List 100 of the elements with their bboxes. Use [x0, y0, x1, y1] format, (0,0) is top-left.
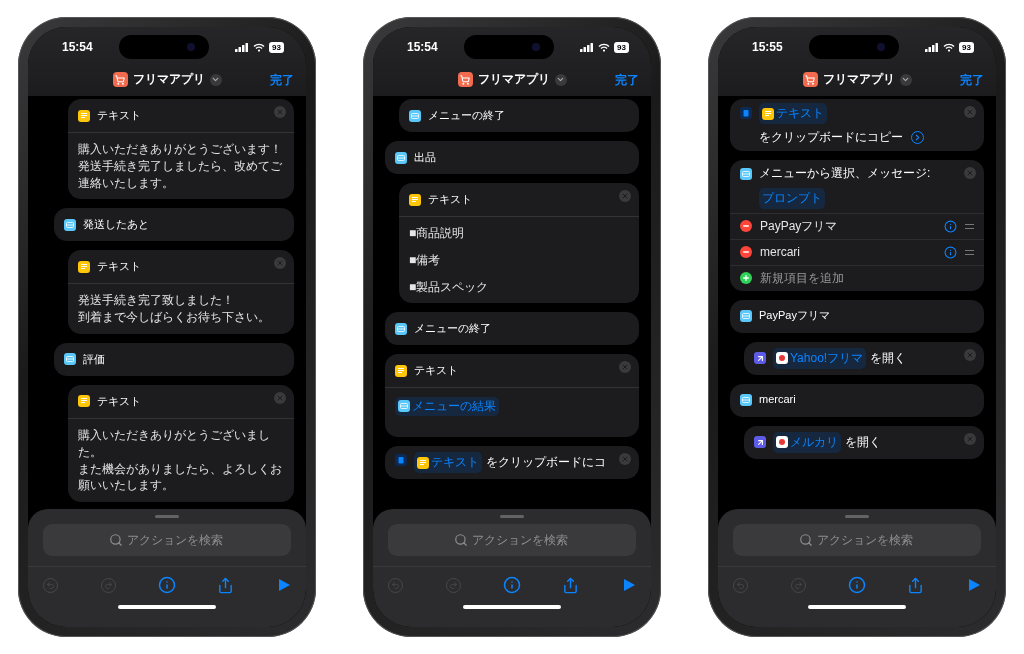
- variable-chip[interactable]: テキスト: [414, 452, 482, 474]
- menu-case-block[interactable]: 出品: [385, 141, 639, 174]
- app-icon: [776, 352, 788, 365]
- battery-level: 93: [959, 41, 974, 53]
- info-icon[interactable]: [944, 219, 957, 233]
- text-icon: [395, 364, 407, 377]
- text-icon: [78, 395, 90, 408]
- menu-case-block[interactable]: 発送したあと: [54, 208, 294, 242]
- block-label: メニューの終了: [428, 107, 506, 123]
- text-icon: [409, 193, 421, 206]
- title-menu-button[interactable]: [554, 73, 567, 86]
- text-line: 購入いただきありがとうございます！: [78, 141, 283, 158]
- title-menu-button[interactable]: [899, 73, 912, 86]
- add-option-button[interactable]: [740, 272, 752, 285]
- search-field[interactable]: アクションを検索: [388, 524, 636, 556]
- close-icon: [621, 363, 629, 372]
- block-label: PayPayフリマ: [759, 308, 831, 324]
- clipboard-action-card[interactable]: テキスト をクリップボードにコピー: [730, 99, 984, 152]
- plus-icon: [742, 274, 750, 283]
- info-button[interactable]: [157, 575, 177, 595]
- block-label: 評価: [83, 351, 106, 367]
- app-label: Yahoo!フリマ: [790, 349, 864, 367]
- status-time: 15:54: [62, 40, 93, 54]
- text-icon: [78, 260, 90, 273]
- text-action-card[interactable]: テキスト 購入いただきありがとうございました。 また機会がありましたら、よろしくお願いいたします。: [68, 385, 294, 503]
- remove-option-button[interactable]: [740, 220, 752, 233]
- wifi-icon: [943, 42, 956, 52]
- text-line: 発送手続き完了しましたら、改めてご連絡いたします。: [78, 157, 283, 192]
- chevron-right-icon: [913, 133, 922, 143]
- remove-option-button[interactable]: [740, 246, 752, 259]
- share-icon: [217, 576, 234, 594]
- text-icon: [78, 109, 90, 122]
- info-button[interactable]: [847, 575, 867, 595]
- menu-icon: [740, 168, 752, 181]
- battery-level: 93: [269, 41, 284, 53]
- chevron-down-icon: [556, 75, 565, 84]
- search-field[interactable]: アクションを検索: [43, 524, 291, 556]
- open-app-card[interactable]: Yahoo!フリマ を開く: [744, 341, 984, 375]
- signal-icon: [235, 42, 250, 52]
- wifi-icon: [598, 42, 611, 52]
- menu-case-block[interactable]: mercari: [730, 383, 984, 417]
- choose-menu-card[interactable]: メニューから選択、メッセージ: プロンプト PayPayフリマ mercari 新規項目を追加: [730, 160, 984, 291]
- block-label: mercari: [759, 392, 797, 408]
- info-button[interactable]: [502, 575, 522, 595]
- done-button[interactable]: 完了: [615, 72, 639, 89]
- drag-handle-icon[interactable]: [965, 249, 974, 255]
- block-label: 出品: [414, 149, 437, 165]
- signal-icon: [580, 42, 595, 52]
- close-icon: [276, 108, 284, 116]
- sheet-handle[interactable]: [500, 515, 524, 518]
- variable-label: テキスト: [776, 105, 824, 122]
- list-line: ■商品説明: [409, 225, 466, 242]
- action-text: メニューから選択、メッセージ:: [759, 165, 931, 183]
- info-icon: [158, 576, 176, 594]
- drag-handle-icon[interactable]: [965, 223, 974, 229]
- menu-end-block[interactable]: メニューの終了: [385, 312, 639, 346]
- text-action-card[interactable]: テキスト 発送手続き完了致しました！ 到着まで今しばらくお待ち下さい。: [68, 250, 294, 334]
- text-action-card[interactable]: テキスト メニューの結果: [385, 354, 639, 438]
- text-line: 購入いただきありがとうございました。: [78, 427, 271, 461]
- open-app-card[interactable]: メルカリ を開く: [744, 425, 984, 459]
- done-button[interactable]: 完了: [270, 72, 294, 89]
- search-icon: [109, 533, 123, 547]
- menu-icon: [64, 353, 76, 366]
- shortcut-title: フリマアプリ: [822, 71, 895, 88]
- variable-chip[interactable]: メニューの結果: [395, 396, 499, 416]
- action-text: をクリップボードにコ: [486, 454, 606, 472]
- variable-chip[interactable]: テキスト: [759, 103, 827, 125]
- menu-end-block[interactable]: メニューの終了: [399, 99, 639, 132]
- close-icon: [966, 169, 974, 178]
- shortcut-title: フリマアプリ: [132, 71, 205, 88]
- status-time: 15:54: [407, 40, 438, 54]
- menu-icon: [398, 400, 410, 413]
- menu-icon: [395, 322, 407, 335]
- play-icon: [622, 578, 636, 592]
- title-menu-button[interactable]: [209, 73, 222, 86]
- text-action-card[interactable]: テキスト 購入いただきありがとうございます！ 発送手続き完了しましたら、改めてご連絡いたします。: [68, 99, 294, 200]
- status-time: 15:55: [752, 40, 783, 54]
- menu-case-block[interactable]: PayPayフリマ: [730, 299, 984, 333]
- menu-icon: [395, 151, 407, 164]
- text-action-card[interactable]: テキスト ■商品説明 ■備考 ■製品スペック: [399, 183, 639, 304]
- menu-case-block[interactable]: 評価: [54, 343, 294, 376]
- app-chip[interactable]: メルカリ: [773, 431, 841, 453]
- sheet-handle[interactable]: [155, 515, 179, 518]
- sheet-handle[interactable]: [845, 515, 869, 518]
- done-button[interactable]: 完了: [960, 72, 984, 89]
- close-icon: [621, 455, 629, 464]
- option-label: PayPayフリマ: [760, 217, 839, 235]
- shortcut-title: フリマアプリ: [477, 71, 550, 88]
- menu-icon: [740, 310, 752, 323]
- search-field[interactable]: アクションを検索: [733, 524, 981, 556]
- battery-level: 93: [614, 41, 629, 53]
- close-icon: [276, 394, 284, 402]
- info-icon[interactable]: [944, 245, 957, 259]
- app-chip[interactable]: Yahoo!フリマ: [773, 347, 867, 369]
- menu-icon: [409, 109, 421, 122]
- action-title: テキスト: [428, 191, 473, 207]
- app-icon: [776, 436, 788, 449]
- text-line: 発送手続き完了致しました！: [78, 292, 235, 310]
- menu-icon: [740, 394, 752, 407]
- clipboard-action-card[interactable]: テキスト をクリップボードにコ: [385, 446, 639, 480]
